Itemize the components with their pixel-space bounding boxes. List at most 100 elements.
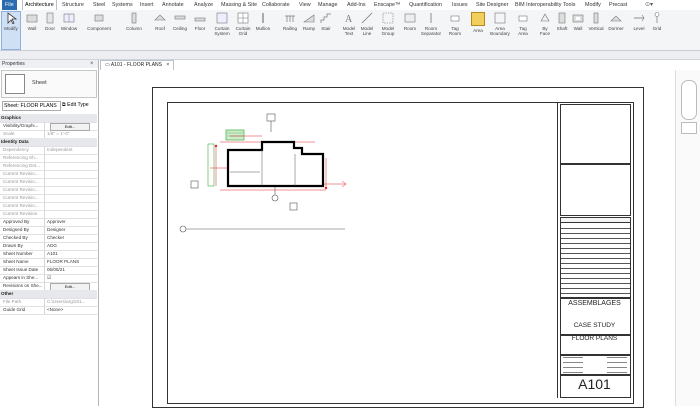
floor-button[interactable]: Floor (193, 12, 207, 31)
tag-room-button[interactable]: Tag Room (446, 12, 464, 36)
grid-button[interactable]: Grid (650, 12, 664, 31)
room-button[interactable]: Room (402, 12, 418, 31)
property-value[interactable] (44, 186, 96, 194)
property-value[interactable] (44, 202, 96, 210)
tab-collaborate[interactable]: Collaborate (262, 0, 290, 10)
dormer-button[interactable]: Dormer (607, 12, 625, 31)
property-value[interactable] (44, 178, 96, 186)
curtain-system-button[interactable]: Curtain System (212, 12, 232, 36)
property-value[interactable]: Designer (44, 226, 96, 234)
wall-button[interactable]: Wall (25, 12, 39, 31)
model-group-icon (382, 12, 394, 24)
area-button[interactable]: Area (470, 12, 486, 33)
property-value[interactable]: ADG (44, 242, 96, 250)
tab-modify[interactable]: Modify (585, 0, 601, 10)
tab-structure[interactable]: Structure (62, 0, 84, 10)
property-value[interactable]: Checker (44, 234, 96, 242)
sheet-filter-dropdown[interactable]: Sheet: FLOOR PLANS (2, 101, 61, 111)
stair-button[interactable]: Stair (319, 12, 333, 31)
railing-icon (284, 12, 296, 24)
tab-annotate[interactable]: Annotate (162, 0, 184, 10)
curtain-grid-button[interactable]: Curtain Grid (234, 12, 252, 36)
stair-label: Stair (321, 26, 331, 31)
tab-quantification[interactable]: Quantification (409, 0, 442, 10)
zoom-icon[interactable] (681, 122, 697, 134)
shaft-button[interactable]: Shaft (555, 12, 569, 31)
edit-type-label: Edit Type (67, 102, 89, 108)
tab-massing-site[interactable]: Massing & Site (221, 0, 257, 10)
tab-architecture[interactable]: Architecture (22, 0, 57, 10)
tab-manage[interactable]: Manage (318, 0, 337, 10)
tab-view[interactable]: View (299, 0, 311, 10)
property-value[interactable] (44, 122, 96, 130)
room-separator-button[interactable]: Room Separator (420, 12, 442, 36)
level-button[interactable]: Level (632, 12, 646, 31)
tab-add-ins[interactable]: Add-Ins (347, 0, 366, 10)
property-value[interactable]: Independent (44, 146, 96, 154)
exterior-walls (226, 140, 325, 188)
tag-area-button[interactable]: Tag Area (515, 12, 531, 36)
property-value[interactable] (44, 170, 96, 178)
close-icon[interactable]: × (90, 60, 94, 68)
type-name: Sheet (32, 80, 47, 86)
property-value[interactable]: <None> (44, 306, 96, 314)
property-value[interactable] (44, 162, 96, 170)
property-value[interactable]: ☑ (44, 274, 96, 282)
edit-type-button[interactable]: ⧉ Edit Type (62, 101, 89, 109)
model-text-button[interactable]: A Model Text (340, 12, 358, 36)
dormer-icon (610, 12, 622, 24)
window-button[interactable]: Window (59, 12, 79, 31)
railing-button[interactable]: Railing (282, 12, 298, 31)
model-text-icon: A (343, 12, 355, 25)
ramp-icon (303, 12, 315, 24)
property-value[interactable]: 06/05/21 (44, 266, 96, 274)
by-face-button[interactable]: By Face (538, 12, 552, 36)
vertical-button[interactable]: Vertical (587, 12, 605, 31)
door-button[interactable]: Door (43, 12, 57, 31)
tab-file[interactable]: File (2, 0, 17, 10)
property-name: Checked By (3, 235, 28, 240)
tab-bim-interoperability[interactable]: BIM Interoperability Tools (515, 0, 575, 10)
tab-issues[interactable]: Issues (452, 0, 468, 10)
column-button[interactable]: Column (124, 12, 144, 31)
steering-wheel-icon[interactable] (681, 80, 697, 120)
project-title-line2: CASE STUDY (573, 322, 616, 329)
properties-title: Properties (0, 60, 98, 68)
stair-icon (320, 12, 332, 24)
model-group-button[interactable]: Model Group (378, 12, 398, 36)
type-selector-preview[interactable]: Sheet (1, 70, 97, 98)
close-tab-icon[interactable]: × (166, 62, 169, 68)
component-button[interactable]: Component (86, 12, 112, 31)
modify-button[interactable]: Modify (1, 11, 21, 50)
ribbon-toggle-icon[interactable]: ⊙▾ (645, 0, 653, 10)
column-icon (128, 12, 140, 24)
property-value[interactable] (44, 210, 96, 218)
tab-site-designer[interactable]: Site Designer (476, 0, 508, 10)
property-value[interactable] (44, 154, 96, 162)
model-line-button[interactable]: Model Line (359, 12, 375, 36)
property-value[interactable]: FLOOR PLANS (44, 258, 96, 266)
property-name: Current Revisio... (3, 203, 39, 208)
tab-steel[interactable]: Steel (93, 0, 105, 10)
tab-systems[interactable]: Systems (112, 0, 133, 10)
property-value[interactable]: 1/8" = 1'-0" (44, 130, 96, 138)
area-boundary-button[interactable]: Area Boundary (488, 12, 512, 36)
component-label: Component (87, 26, 111, 31)
by-face-icon (539, 12, 551, 24)
tab-analyze[interactable]: Analyze (194, 0, 213, 10)
floor-plan-view[interactable] (150, 108, 360, 238)
property-value[interactable]: A101 (44, 250, 96, 258)
view-tab-a101[interactable]: ▭ A101 - FLOOR PLANS × (100, 60, 175, 70)
property-value[interactable] (44, 194, 96, 202)
mullion-button[interactable]: Mullion (254, 12, 272, 31)
property-value[interactable]: Approver (44, 218, 96, 226)
opening-wall-button[interactable]: Wall (571, 12, 585, 31)
property-value[interactable] (44, 282, 96, 290)
tab-insert[interactable]: Insert (140, 0, 153, 10)
ceiling-button[interactable]: Ceiling (171, 12, 189, 31)
roof-button[interactable]: Roof (153, 12, 167, 31)
tab-precast[interactable]: Precast (609, 0, 627, 10)
tab-enscape[interactable]: Enscape™ (374, 0, 400, 10)
ramp-button[interactable]: Ramp (302, 12, 316, 31)
property-value[interactable]: C:\Users\arg\201... (44, 298, 96, 306)
